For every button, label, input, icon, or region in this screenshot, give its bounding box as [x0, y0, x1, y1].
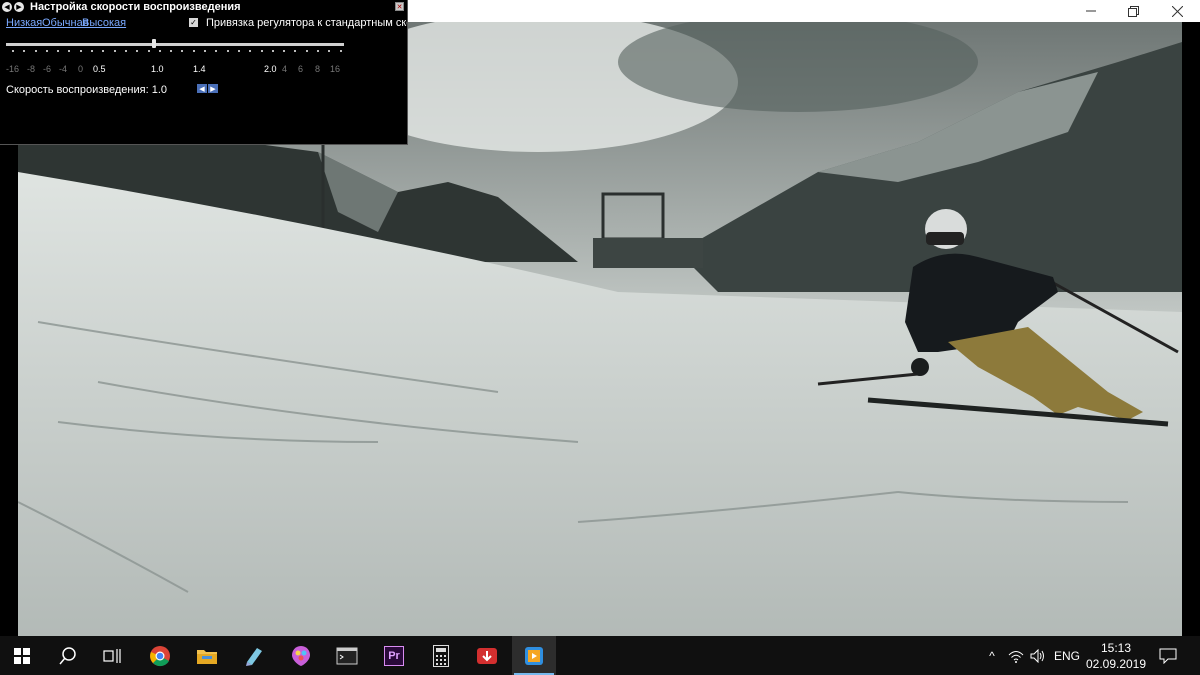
close-icon: ✕ — [396, 3, 403, 11]
clock-time: 15:13 — [1100, 640, 1132, 655]
action-center-button[interactable] — [1156, 636, 1180, 675]
notepad-icon — [246, 647, 262, 666]
tick-label: 2.0 — [264, 64, 277, 74]
tick-label: 4 — [282, 64, 288, 74]
clock-date: 02.09.2019 — [1085, 656, 1147, 671]
dialog-title: Настройка скорости воспроизведения — [30, 1, 241, 13]
download-manager-icon — [477, 647, 497, 664]
speed-increase-button[interactable]: ▶ — [208, 84, 218, 93]
tick-label: 1.0 — [151, 64, 164, 74]
minimize-button[interactable] — [1068, 0, 1114, 22]
file-explorer-taskbar-button[interactable] — [185, 636, 229, 675]
tick-label: -8 — [27, 64, 36, 74]
playback-speed-readout: Скорость воспроизведения: 1.0 — [6, 84, 167, 96]
speed-slider-thumb[interactable] — [152, 39, 156, 48]
terminal-taskbar-button[interactable] — [325, 636, 369, 675]
language-label: ENG — [1054, 648, 1081, 663]
chrome-icon — [150, 645, 170, 666]
close-icon — [1171, 5, 1183, 17]
playback-speed-dialog: ◀ ▶ Настройка скорости воспроизведения ✕… — [0, 0, 408, 145]
task-view-icon — [103, 648, 121, 663]
paint-icon — [292, 645, 310, 666]
tick-label: 6 — [298, 64, 304, 74]
tick-label: 8 — [315, 64, 321, 74]
tick-label: 16 — [330, 64, 341, 74]
media-player-icon — [525, 646, 543, 665]
premiere-taskbar-button[interactable]: Pr — [372, 636, 416, 675]
notification-icon — [1159, 648, 1177, 664]
chrome-taskbar-button[interactable] — [138, 636, 182, 675]
paint-taskbar-button[interactable] — [279, 636, 323, 675]
back-icon[interactable]: ◀ — [2, 2, 12, 12]
network-button[interactable] — [1006, 636, 1026, 675]
speaker-icon — [1030, 648, 1044, 663]
media-player-taskbar-button[interactable] — [512, 636, 556, 675]
restore-button[interactable] — [1110, 0, 1156, 22]
start-button[interactable] — [0, 636, 44, 675]
close-button[interactable] — [1154, 0, 1200, 22]
snap-to-standard-label: Привязка регулятора к стандартным скорос — [206, 17, 407, 29]
snap-to-standard-checkbox[interactable]: ✓ — [189, 18, 198, 27]
calculator-icon — [433, 644, 449, 667]
tick-label: 0 — [78, 64, 84, 74]
search-icon — [59, 646, 76, 664]
tick-label: -4 — [59, 64, 68, 74]
tick-label: -6 — [43, 64, 52, 74]
terminal-icon — [336, 647, 358, 664]
notepad-taskbar-button[interactable] — [232, 636, 276, 675]
task-view-button[interactable] — [90, 636, 134, 675]
windows-start-icon — [14, 647, 30, 664]
volume-button[interactable] — [1028, 636, 1048, 675]
minimize-icon — [1086, 10, 1096, 12]
clock[interactable]: 15:13 02.09.2019 — [1086, 636, 1146, 675]
premiere-label: Pr — [388, 649, 400, 662]
wifi-icon — [1008, 650, 1024, 663]
chevron-up-icon: ^ — [989, 648, 995, 663]
preset-low-link[interactable]: Низкая — [6, 17, 42, 29]
file-explorer-icon — [197, 649, 217, 664]
tick-label: 0.5 — [93, 64, 106, 74]
dialog-titlebar: ◀ ▶ Настройка скорости воспроизведения — [2, 0, 241, 14]
search-button[interactable] — [46, 636, 90, 675]
show-hidden-icons-button[interactable]: ^ — [984, 636, 1000, 675]
download-manager-taskbar-button[interactable] — [465, 636, 509, 675]
speed-slider-track[interactable] — [6, 43, 344, 46]
restore-icon — [1127, 5, 1139, 17]
speed-slider-ticks — [12, 50, 342, 53]
taskbar: Pr ^ ENG 15:13 02.09.2019 — [0, 636, 1200, 675]
preset-high-link[interactable]: Высокая — [82, 17, 126, 29]
forward-icon[interactable]: ▶ — [14, 2, 24, 12]
language-indicator[interactable]: ENG — [1054, 636, 1080, 675]
fast-forward-icon: ▶ — [210, 85, 216, 93]
speed-decrease-button[interactable]: ◀ — [197, 84, 207, 93]
tick-label: -16 — [6, 64, 20, 74]
dialog-close-button[interactable]: ✕ — [395, 2, 404, 11]
checkmark-icon: ✓ — [190, 18, 197, 27]
calculator-taskbar-button[interactable] — [419, 636, 463, 675]
premiere-pro-icon: Pr — [384, 645, 404, 666]
tick-label: 1.4 — [193, 64, 206, 74]
rewind-icon: ◀ — [199, 85, 205, 93]
